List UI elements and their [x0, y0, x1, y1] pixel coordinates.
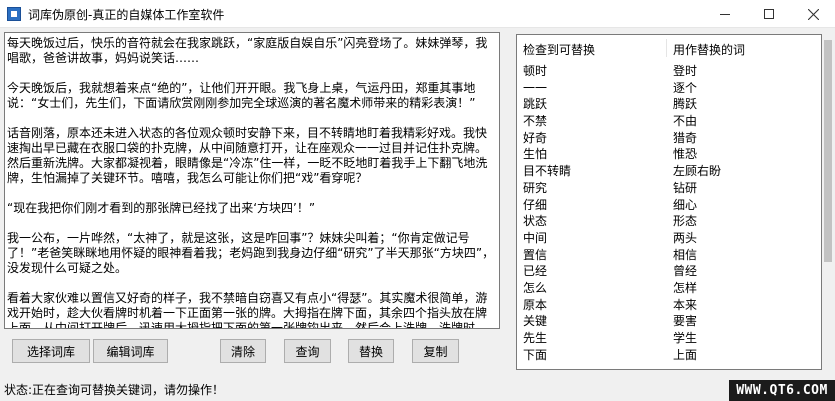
article-paragraph: 看着大家伙难以置信又好奇的样子，我不禁暗自窃喜又有点小“得瑟”。其实魔术很简单，…: [7, 291, 488, 329]
window-title: 词库伪原创-真正的自媒体工作室软件: [28, 8, 225, 22]
copy-button[interactable]: 复制: [412, 339, 459, 363]
replacement-word: 不由: [673, 114, 698, 129]
word-row[interactable]: 中间 两头: [517, 228, 821, 245]
query-button[interactable]: 查询: [284, 339, 331, 363]
word-row[interactable]: 关键 要害: [517, 311, 821, 328]
close-button[interactable]: [791, 0, 835, 28]
word-row[interactable]: 生怕 惟恐: [517, 144, 821, 161]
found-word: 关键: [523, 314, 548, 329]
replacement-word: 细心: [673, 197, 698, 212]
word-row[interactable]: 目不转睛 左顾右盼: [517, 161, 821, 178]
title-bar: 词库伪原创-真正的自媒体工作室软件: [0, 0, 835, 28]
article-paragraph: “现在我把你们刚才看到的那张牌已经找了出来‘方块四’！”: [7, 201, 316, 215]
replacement-word: 上面: [673, 347, 698, 362]
word-row[interactable]: 顿时 登时: [517, 61, 821, 78]
word-row[interactable]: 怎么 怎样: [517, 278, 821, 295]
word-row[interactable]: 一一 逐个: [517, 78, 821, 95]
replacement-word: 曾经: [673, 264, 698, 279]
clear-button[interactable]: 清除: [220, 339, 266, 363]
column-header-found[interactable]: 检查到可替换: [523, 41, 595, 58]
word-row[interactable]: 跳跃 腾跃: [517, 94, 821, 111]
found-word: 已经: [523, 264, 548, 279]
replacement-word: 猎奇: [673, 130, 698, 145]
article-text: 每天晚饭过后，快乐的音符就会在我家跳跃，“家庭版自娱自乐”闪亮登场了。妹妹弹琴，…: [5, 33, 499, 329]
word-list-scrollbar[interactable]: [823, 34, 833, 370]
found-word: 中间: [523, 230, 548, 245]
found-word: 生怕: [523, 147, 548, 162]
replacement-word: 相信: [673, 247, 698, 262]
word-row[interactable]: 研究 钻研: [517, 178, 821, 195]
found-word: 跳跃: [523, 97, 548, 112]
article-paragraph: 话音刚落，原本还未进入状态的各位观众顿时安静下来，目不转睛地盯着我精彩好戏。我快…: [7, 126, 488, 185]
found-word: 下面: [523, 347, 548, 362]
minimize-icon: [720, 13, 730, 15]
found-word: 仔细: [523, 197, 548, 212]
word-row[interactable]: 原本 本来: [517, 295, 821, 312]
maximize-button[interactable]: [747, 0, 791, 28]
replacement-word: 要害: [673, 314, 698, 329]
replacement-word: 学生: [673, 331, 698, 345]
replacement-word: 两头: [673, 230, 698, 245]
replacement-word: 钻研: [673, 180, 698, 195]
article-paragraph: [7, 111, 497, 126]
found-word: 原本: [523, 297, 548, 312]
found-word: 状态: [523, 214, 548, 229]
close-icon: [807, 8, 819, 20]
select-library-button[interactable]: 选择词库: [12, 339, 90, 363]
word-row[interactable]: 状态 形态: [517, 211, 821, 228]
found-word: 目不转睛: [523, 164, 572, 179]
article-text-area[interactable]: 每天晚饭过后，快乐的音符就会在我家跳跃，“家庭版自娱自乐”闪亮登场了。妹妹弹琴，…: [4, 32, 500, 329]
article-paragraph: [7, 216, 497, 231]
app-icon: [7, 7, 21, 21]
found-word: 置信: [523, 247, 548, 262]
found-word: 怎么: [523, 280, 548, 295]
edit-library-button[interactable]: 编辑词库: [93, 339, 168, 363]
found-word: 先生: [523, 331, 548, 345]
replacement-word: 腾跃: [673, 97, 698, 112]
word-row[interactable]: 已经 曾经: [517, 261, 821, 278]
article-paragraph: 我一公布，一片哗然，“太神了，就是这张，这是咋回事”？妹妹尖叫着；“你肯定做记号…: [7, 231, 495, 275]
word-row[interactable]: 置信 相信: [517, 245, 821, 262]
found-word: 好奇: [523, 130, 548, 145]
status-text: 状态:正在查询可替换关键词，请勿操作！: [4, 383, 225, 397]
word-row[interactable]: 好奇 猎奇: [517, 128, 821, 145]
found-word: 一一: [523, 80, 548, 95]
found-word: 研究: [523, 180, 548, 195]
replacement-word: 形态: [673, 214, 698, 229]
found-word: 顿时: [523, 64, 548, 78]
replacement-word: 怎样: [673, 280, 698, 295]
minimize-button[interactable]: [703, 0, 747, 28]
replace-button[interactable]: 替换: [348, 339, 394, 363]
article-paragraph: [7, 66, 497, 81]
article-paragraph: 今天晚饭后，我就想着来点“绝的”，让他们开开眼。我飞身上桌，气运丹田，郑重其事地…: [7, 81, 476, 110]
word-row[interactable]: 下面 上面: [517, 345, 821, 362]
replacement-word: 惟恐: [673, 147, 698, 162]
article-paragraph: [7, 186, 497, 201]
word-row[interactable]: 仔细 细心: [517, 195, 821, 212]
column-header-replacement[interactable]: 用作替换的词: [673, 41, 745, 58]
column-divider: [666, 39, 667, 57]
word-row[interactable]: 先生 学生: [517, 328, 821, 345]
word-rows: 顿时 登时一一 逐个跳跃 腾跃不禁 不由好奇 猎奇生怕 惟恐目不转睛 左顾右盼研究 钻研仔细 细心…: [517, 61, 821, 362]
article-paragraph: [7, 276, 497, 291]
replacement-word: 逐个: [673, 80, 698, 95]
replacement-word: 登时: [673, 64, 698, 78]
word-row[interactable]: 不禁 不由: [517, 111, 821, 128]
replacement-word: 左顾右盼: [673, 164, 722, 179]
maximize-icon: [764, 9, 774, 19]
replacement-word: 本来: [673, 297, 698, 312]
site-watermark: WWW.QT6.COM: [729, 380, 835, 401]
found-word: 不禁: [523, 114, 548, 129]
scrollbar-thumb[interactable]: [824, 40, 832, 262]
article-paragraph: 每天晚饭过后，快乐的音符就会在我家跳跃，“家庭版自娱自乐”闪亮登场了。妹妹弹琴，…: [7, 36, 488, 65]
replacement-word-list[interactable]: 检查到可替换 用作替换的词 顿时 登时 一一 逐个 跳跃 腾跃 不禁 不由 好奇 猎奇 生怕 惟恐 目不…: [516, 34, 822, 370]
